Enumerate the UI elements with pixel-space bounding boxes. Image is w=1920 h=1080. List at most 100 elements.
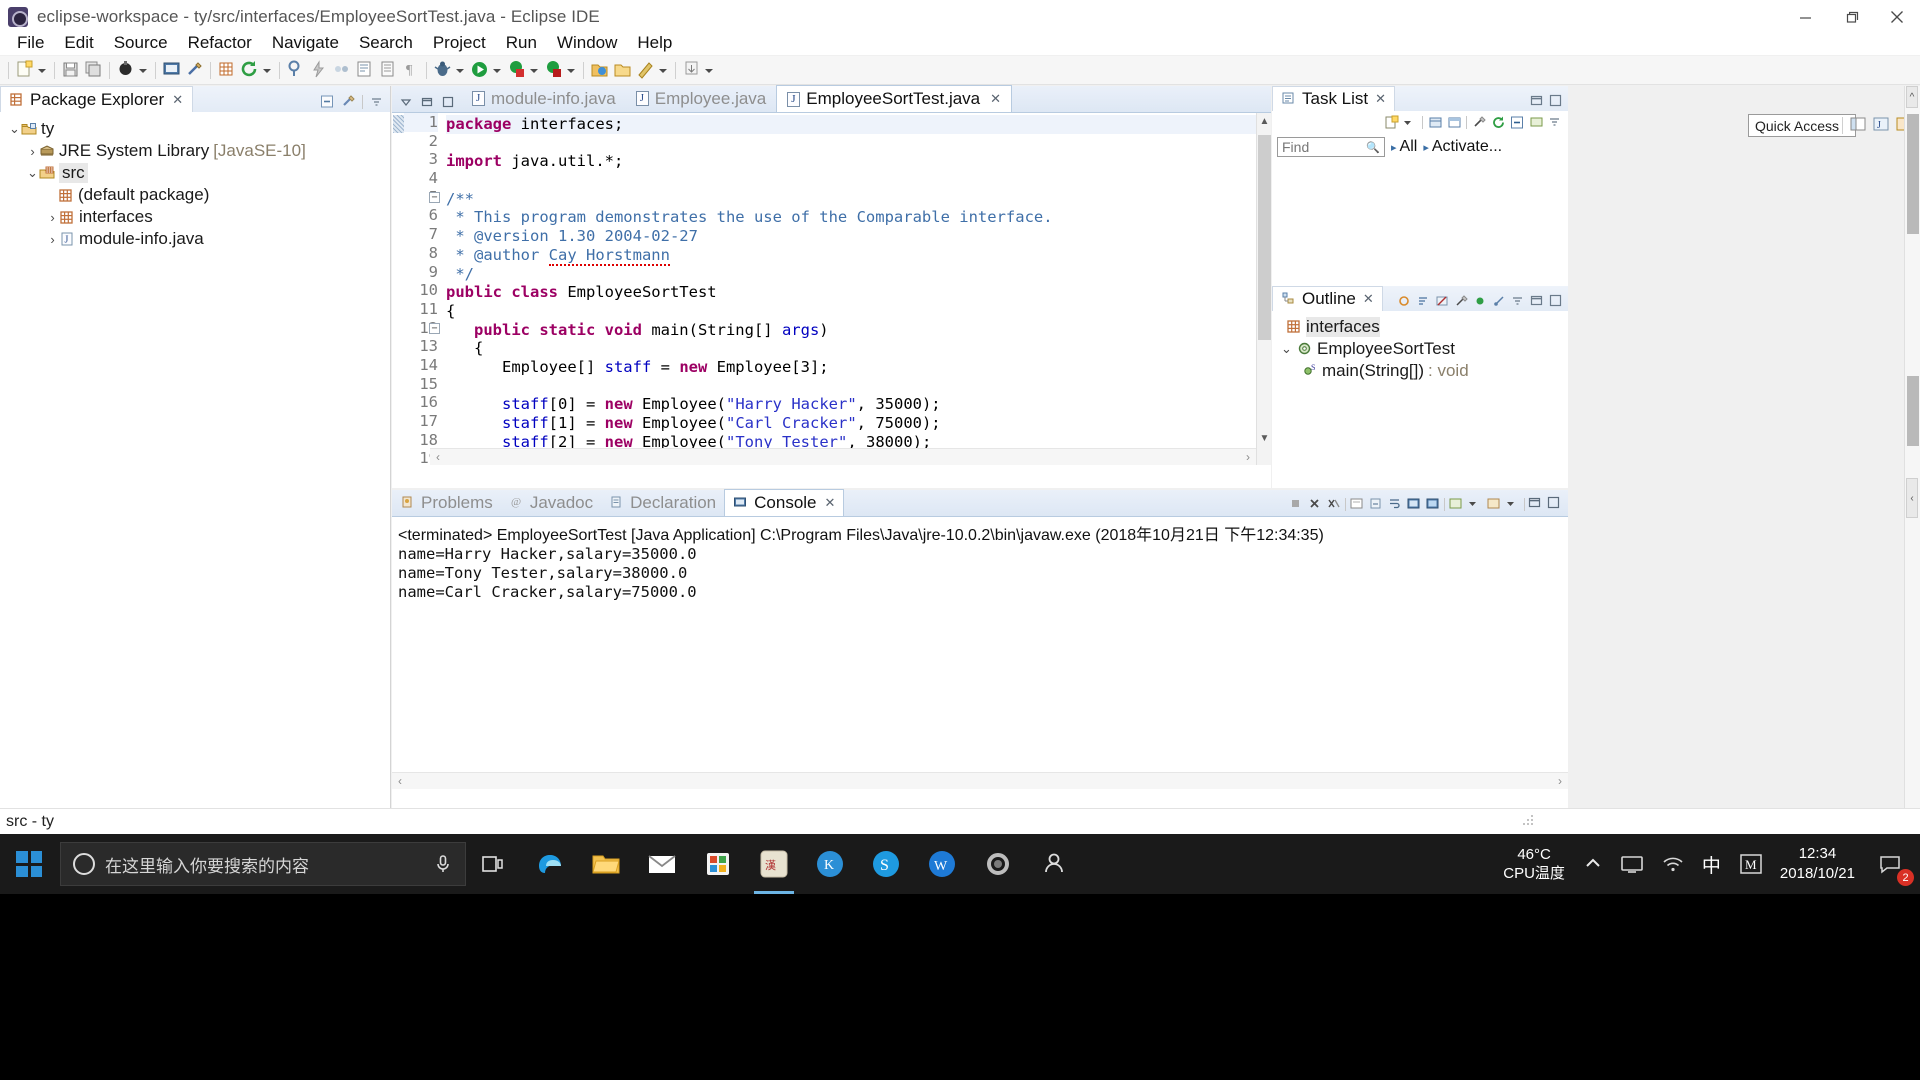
minimize-icon[interactable] xyxy=(1528,496,1544,512)
scroll-up-icon[interactable]: ▲ xyxy=(1257,113,1272,130)
focus-icon[interactable] xyxy=(1397,294,1411,308)
scroll-right-icon[interactable]: › xyxy=(1246,450,1250,464)
refresh-icon[interactable] xyxy=(239,59,260,81)
categorize-icon[interactable] xyxy=(1428,115,1442,129)
chevron-right-icon[interactable]: › xyxy=(26,144,39,159)
new-task-icon[interactable] xyxy=(1384,115,1399,129)
run-history-dropdown-icon[interactable] xyxy=(491,59,502,81)
tab-outline[interactable]: Outline ✕ xyxy=(1272,286,1383,311)
remove-all-launches-icon[interactable] xyxy=(1326,496,1342,512)
code-line[interactable]: * @author Cay Horstmann xyxy=(446,245,1271,266)
export-icon[interactable] xyxy=(681,59,702,81)
task-view-icon[interactable] xyxy=(466,834,522,894)
search-input[interactable]: 在这里输入你要搜索的内容 xyxy=(60,842,466,886)
new-wizard-icon[interactable] xyxy=(14,59,35,81)
code-line[interactable]: staff[0] = new Employee("Harry Hacker", … xyxy=(446,395,1271,414)
open-resource-icon[interactable] xyxy=(377,59,398,81)
clear-console-icon[interactable] xyxy=(1349,496,1365,512)
scrollbar-thumb[interactable] xyxy=(1258,135,1271,340)
code-line[interactable]: { xyxy=(446,302,1271,321)
code-line[interactable]: * @version 1.30 2004-02-27 xyxy=(446,227,1271,246)
terminate-icon[interactable] xyxy=(1288,496,1304,512)
outline-item-main-method[interactable]: S main(String[]) : void xyxy=(1280,360,1568,382)
tree-item-default-package[interactable]: (default package) xyxy=(0,184,390,206)
new-wizard-dropdown-icon[interactable] xyxy=(36,59,47,81)
word-wrap-icon[interactable] xyxy=(1387,496,1403,512)
store-icon[interactable] xyxy=(690,834,746,894)
console-minimized-toggle-icon[interactable]: ‹ xyxy=(1906,478,1918,518)
menu-help[interactable]: Help xyxy=(627,31,682,55)
open-console-dropdown-icon[interactable] xyxy=(1505,496,1521,512)
code-line[interactable]: staff[1] = new Employee("Carl Cracker", … xyxy=(446,414,1271,433)
code-line[interactable] xyxy=(446,171,1271,190)
synchronize-icon[interactable] xyxy=(1491,115,1505,129)
export-dropdown-icon[interactable] xyxy=(703,59,714,81)
tab-problems[interactable]: Problems xyxy=(392,489,501,516)
tree-item-ty[interactable]: ⌄ ty xyxy=(0,118,390,140)
view-menu-icon[interactable] xyxy=(400,96,412,108)
remove-launch-icon[interactable] xyxy=(1307,496,1323,512)
schedule-icon[interactable] xyxy=(1472,115,1486,129)
tree-item-interfaces[interactable]: › interfaces xyxy=(0,206,390,228)
kingsoft-icon[interactable]: K xyxy=(802,834,858,894)
menu-edit[interactable]: Edit xyxy=(54,31,103,55)
run-icon[interactable] xyxy=(469,59,490,81)
outline-item-employee-sort-test[interactable]: ⌄ EmployeeSortTest xyxy=(1280,338,1568,360)
menu-search[interactable]: Search xyxy=(349,31,423,55)
close-icon[interactable]: ✕ xyxy=(825,495,836,511)
close-icon[interactable]: ✕ xyxy=(172,92,183,108)
settings-icon[interactable] xyxy=(970,834,1026,894)
code-editor[interactable]: 1234−567891011−1213141516171819 package … xyxy=(392,113,1272,467)
sort-icon[interactable] xyxy=(1416,294,1430,308)
focus-on-workweek-icon[interactable] xyxy=(1447,115,1461,129)
outline-item-interfaces[interactable]: interfaces xyxy=(1280,316,1568,338)
minimize-icon[interactable] xyxy=(1530,94,1544,108)
tab-console[interactable]: Console ✕ xyxy=(724,489,845,516)
mail-icon[interactable] xyxy=(634,834,690,894)
view-menu-icon[interactable] xyxy=(1511,294,1525,308)
hide-nonpublic-icon[interactable] xyxy=(1473,294,1487,308)
open-console-icon[interactable] xyxy=(1486,496,1502,512)
menu-source[interactable]: Source xyxy=(104,31,178,55)
scroll-lock-icon[interactable] xyxy=(1368,496,1384,512)
run-as-dropdown-icon[interactable] xyxy=(528,59,539,81)
chevron-right-icon[interactable]: › xyxy=(46,232,59,247)
start-button[interactable] xyxy=(0,834,58,894)
tab-javadoc[interactable]: @ Javadoc xyxy=(501,489,601,516)
coverage-icon[interactable] xyxy=(543,59,564,81)
hide-static-icon[interactable] xyxy=(1454,294,1468,308)
outline-scroll-thumb[interactable] xyxy=(1907,376,1919,446)
save-icon[interactable] xyxy=(60,59,81,81)
notifications-icon[interactable]: 2 xyxy=(1869,834,1920,894)
menu-refactor[interactable]: Refactor xyxy=(178,31,262,55)
edge-icon[interactable] xyxy=(522,834,578,894)
console-horizontal-scrollbar[interactable]: ‹ › xyxy=(392,772,1568,789)
scroll-left-icon[interactable]: ‹ xyxy=(398,774,402,788)
maximize-icon[interactable] xyxy=(442,96,454,108)
m-icon[interactable]: M xyxy=(1730,834,1772,894)
maximize-icon[interactable] xyxy=(1549,294,1563,308)
show-hidden-icons-icon[interactable] xyxy=(1575,834,1611,894)
code-line[interactable]: Employee[] staff = new Employee[3]; xyxy=(446,358,1271,377)
new-editor-icon[interactable] xyxy=(161,59,182,81)
right-edge-scrollbar[interactable]: ^ ‹ xyxy=(1904,86,1920,808)
new-class-icon[interactable] xyxy=(635,59,656,81)
editor-horizontal-scrollbar[interactable]: ‹ › xyxy=(430,448,1256,465)
tab-package-explorer[interactable]: Package Explorer ✕ xyxy=(0,86,194,112)
people-icon[interactable] xyxy=(1026,834,1082,894)
scroll-left-icon[interactable]: ‹ xyxy=(436,450,440,464)
collapse-all-icon[interactable] xyxy=(320,94,335,109)
tab-task-list[interactable]: Task List ✕ xyxy=(1272,86,1396,111)
link-with-editor-icon[interactable] xyxy=(341,94,356,109)
chevron-down-icon[interactable]: ⌄ xyxy=(8,121,21,137)
pin-console-icon[interactable] xyxy=(1425,496,1441,512)
new-package-icon[interactable] xyxy=(612,59,633,81)
close-button[interactable] xyxy=(1874,0,1920,34)
search-icon[interactable]: 🔍 xyxy=(1366,141,1380,154)
close-icon[interactable]: ✕ xyxy=(990,91,1001,107)
code-line[interactable]: package interfaces; xyxy=(446,115,1271,134)
restore-minimized-view-icon[interactable]: ^ xyxy=(1906,86,1918,108)
monitor-icon[interactable] xyxy=(1611,834,1653,894)
cpu-temperature-widget[interactable]: 46°C CPU温度 xyxy=(1493,845,1575,883)
code-line[interactable]: import java.util.*; xyxy=(446,152,1271,171)
